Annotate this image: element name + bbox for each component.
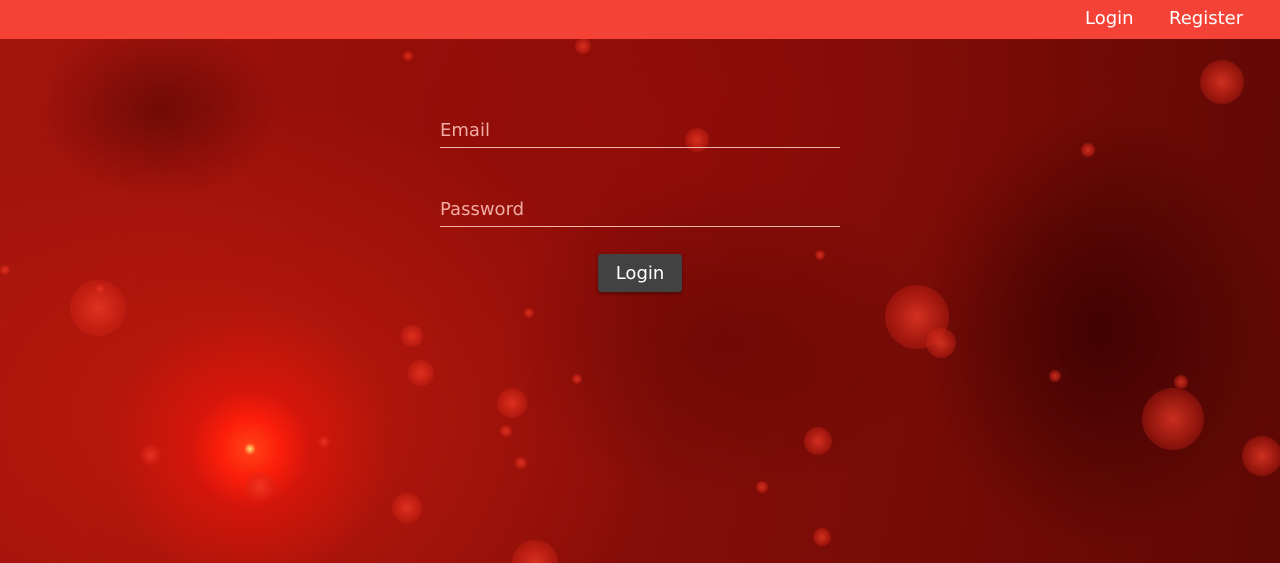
top-navigation-bar: Login Register — [0, 0, 1280, 39]
background-particle — [408, 360, 434, 386]
background-particle — [813, 528, 831, 546]
background-particle — [1049, 370, 1061, 382]
background-particle — [141, 445, 161, 465]
background-particle — [804, 427, 832, 455]
background-particle — [0, 265, 10, 275]
background-particle — [1142, 388, 1204, 450]
background-particle — [392, 493, 422, 523]
background-particle — [575, 38, 591, 54]
background-particle — [512, 540, 558, 563]
background-particle — [403, 51, 413, 61]
background-particle — [318, 436, 330, 448]
background-particle — [1200, 60, 1244, 104]
background-particle — [1174, 375, 1188, 389]
login-button[interactable]: Login — [598, 254, 682, 292]
background-particle — [500, 425, 512, 437]
background-particle — [815, 250, 825, 260]
background-particle — [95, 284, 105, 294]
background-particle — [756, 481, 768, 493]
background-particle — [1081, 143, 1095, 157]
password-field[interactable] — [440, 192, 840, 227]
nav-login-link[interactable]: Login — [1085, 8, 1134, 30]
background-particle — [245, 472, 275, 502]
background-particle — [515, 457, 527, 469]
background-particle — [401, 325, 423, 347]
background-particle — [524, 308, 534, 318]
nav-register-link[interactable]: Register — [1169, 8, 1243, 30]
login-page: Login Register Login — [0, 0, 1280, 563]
background-particle — [926, 328, 956, 358]
email-field[interactable] — [440, 113, 840, 148]
background-particle — [497, 388, 527, 418]
background-particle — [572, 374, 582, 384]
background-particle — [1242, 436, 1280, 476]
